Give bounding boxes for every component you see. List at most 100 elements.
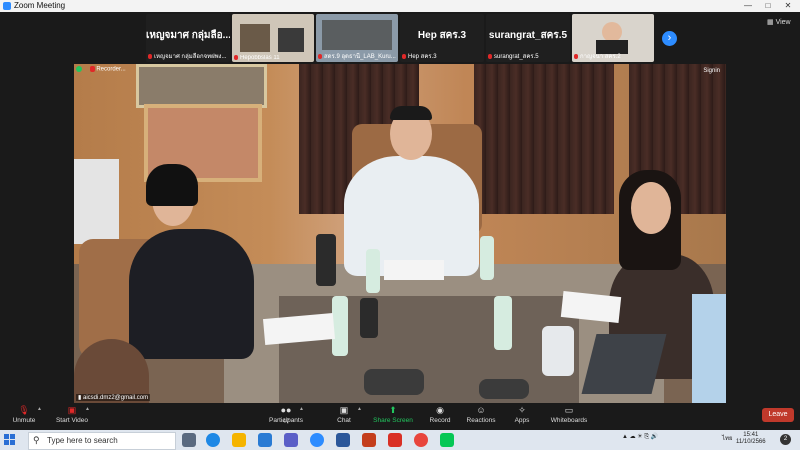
video-edge-person: [692, 294, 726, 403]
speaker-top-right-label: Signin: [703, 68, 720, 74]
share-screen-button[interactable]: ⬆ Share Screen: [369, 405, 417, 424]
pdf-icon[interactable]: [388, 433, 402, 447]
taskbar-clock[interactable]: 15:41 11/10/2566: [736, 432, 766, 446]
shield-icon: [76, 66, 82, 72]
apps-icon: ✧: [518, 405, 526, 415]
video-person-face: [631, 182, 671, 234]
muted-mic-icon: [488, 53, 492, 59]
clock-date: 11/10/2566: [736, 439, 766, 445]
participants-icon: ●● 47: [280, 405, 292, 425]
participant-thumbnail[interactable]: สดร.9 อุดธานี_LAB_Kuru...: [316, 14, 398, 62]
muted-mic-icon: [89, 66, 95, 72]
participants-label: Participants: [269, 417, 303, 424]
participant-name-text: เหญจมาศ กลุ่มลือกจทฝพง...: [154, 54, 227, 60]
chevron-up-icon[interactable]: ▲: [85, 406, 90, 412]
maximize-button[interactable]: □: [758, 0, 778, 12]
video-microphone: [479, 379, 529, 399]
muted-mic-icon: [402, 53, 406, 59]
video-person-hair: [390, 106, 432, 120]
windows-start-icon[interactable]: [4, 434, 16, 446]
video-picture-frame: [136, 64, 267, 108]
view-button[interactable]: ▦ View: [767, 18, 791, 26]
chat-icon: ▣: [339, 405, 349, 415]
participant-name: สดร.9 อุดธานี_LAB_Kuru...: [318, 51, 396, 61]
meeting-toolbar: 🎙 Unmute ▲ ▣ Start Video ▲ ●● 47 Partici…: [0, 403, 800, 430]
whiteboards-label: Whiteboards: [550, 417, 588, 424]
unmute-button[interactable]: 🎙 Unmute ▲: [0, 405, 48, 424]
reactions-icon: ☺: [476, 405, 486, 415]
speaker-top-label: Recorder...: [96, 66, 126, 73]
speaker-name-text: aicsdi.dmz2@gmail.com: [82, 395, 149, 401]
whiteboards-button[interactable]: ▭ Whiteboards: [545, 405, 593, 424]
clock-time: 15:41: [743, 432, 759, 438]
participant-thumbnail[interactable]: Hepobbslas 11: [232, 14, 314, 62]
search-placeholder: Type here to search: [47, 436, 118, 445]
chat-button[interactable]: ▣ Chat ▲: [320, 405, 368, 424]
zoom-logo-icon: [3, 2, 11, 10]
video-bottle: [332, 296, 348, 356]
participant-name-text: กาญจนา สคร.2: [580, 54, 621, 60]
chevron-up-icon[interactable]: ▲: [357, 406, 362, 412]
powerpoint-icon[interactable]: [362, 433, 376, 447]
muted-mic-icon: [574, 53, 578, 59]
video-person: [344, 156, 479, 276]
unmute-label: Unmute: [12, 417, 36, 424]
apps-label: Apps: [514, 417, 530, 424]
zoom-app-icon[interactable]: [310, 433, 324, 447]
share-screen-icon: ⬆: [389, 405, 397, 415]
start-video-button[interactable]: ▣ Start Video ▲: [48, 405, 96, 424]
close-button[interactable]: ✕: [778, 0, 798, 12]
mail-icon[interactable]: [258, 433, 272, 447]
title-bar: Zoom Meeting — □ ✕: [0, 0, 800, 12]
video-paper: [384, 260, 444, 280]
chrome-icon[interactable]: [414, 433, 428, 447]
video-off-icon: ▣: [67, 405, 77, 415]
muted-mic-icon: 🎙: [18, 405, 30, 415]
chevron-up-icon[interactable]: ▲: [299, 406, 304, 412]
share-screen-label: Share Screen: [373, 417, 413, 424]
participant-thumbnail[interactable]: Hep สคร.3 Hep สคร.3: [400, 14, 484, 62]
leave-button[interactable]: Leave: [762, 408, 794, 422]
edge-icon[interactable]: [206, 433, 220, 447]
reactions-label: Reactions: [466, 417, 496, 424]
language-indicator[interactable]: ไทย: [722, 433, 733, 443]
search-icon: ⚲: [33, 435, 40, 445]
mic-bars-icon: ▮: [78, 395, 82, 401]
video-cup: [360, 298, 378, 338]
participant-thumbnail[interactable]: surangrat_สคร.5 surangrat_สคร.5: [486, 14, 570, 62]
notification-badge[interactable]: 2: [780, 434, 791, 445]
record-icon: ◉: [436, 405, 444, 415]
video-feed: [240, 24, 270, 52]
video-person: [129, 229, 254, 359]
chevron-up-icon[interactable]: ▲: [37, 406, 42, 412]
video-cup: [542, 326, 574, 376]
window-title: Zoom Meeting: [14, 1, 66, 10]
participant-thumbnail[interactable]: เหญจมาศ กลุ่มลือ... เหญจมาศ กลุ่มลือกจทฝ…: [146, 14, 230, 62]
video-cabinet: [74, 159, 119, 244]
video-person-hair: [146, 164, 198, 206]
participant-display-name: เหญจมาศ กลุ่มลือ...: [146, 30, 230, 41]
next-page-arrow-icon[interactable]: ›: [662, 31, 677, 46]
participant-name: Hep สคร.3: [402, 51, 482, 61]
system-tray-icons[interactable]: ▲ ☁ ☀ ⎘ 🔊: [622, 433, 658, 441]
task-view-icon[interactable]: [182, 433, 196, 447]
chat-label: Chat: [337, 417, 351, 424]
teams-icon[interactable]: [284, 433, 298, 447]
line-app-icon[interactable]: [440, 433, 454, 447]
video-bottle: [480, 236, 494, 280]
participant-display-name: Hep สคร.3: [417, 30, 467, 41]
file-explorer-icon[interactable]: [232, 433, 246, 447]
minimize-button[interactable]: —: [738, 0, 758, 12]
video-laptop: [581, 334, 667, 394]
speaker-video: Recorder... Signin ▮ aicsdi.dmz2@gmail.c…: [74, 64, 726, 403]
taskbar-search-box[interactable]: ⚲ Type here to search: [28, 432, 176, 450]
participant-thumbnail[interactable]: กาญจนา สคร.2: [572, 14, 654, 62]
apps-button[interactable]: ✧ Apps: [498, 405, 546, 424]
video-feed: [602, 22, 622, 42]
video-bottle: [366, 249, 380, 293]
video-cup: [316, 234, 336, 286]
participant-name-text: สดร.9 อุดธานี_LAB_Kuru...: [324, 54, 396, 60]
meeting-stage: เหญจมาศ กลุ่มลือ... เหญจมาศ กลุ่มลือกจทฝ…: [0, 12, 800, 403]
word-icon[interactable]: [336, 433, 350, 447]
participants-button[interactable]: ●● 47 Participants ▲: [262, 405, 310, 425]
